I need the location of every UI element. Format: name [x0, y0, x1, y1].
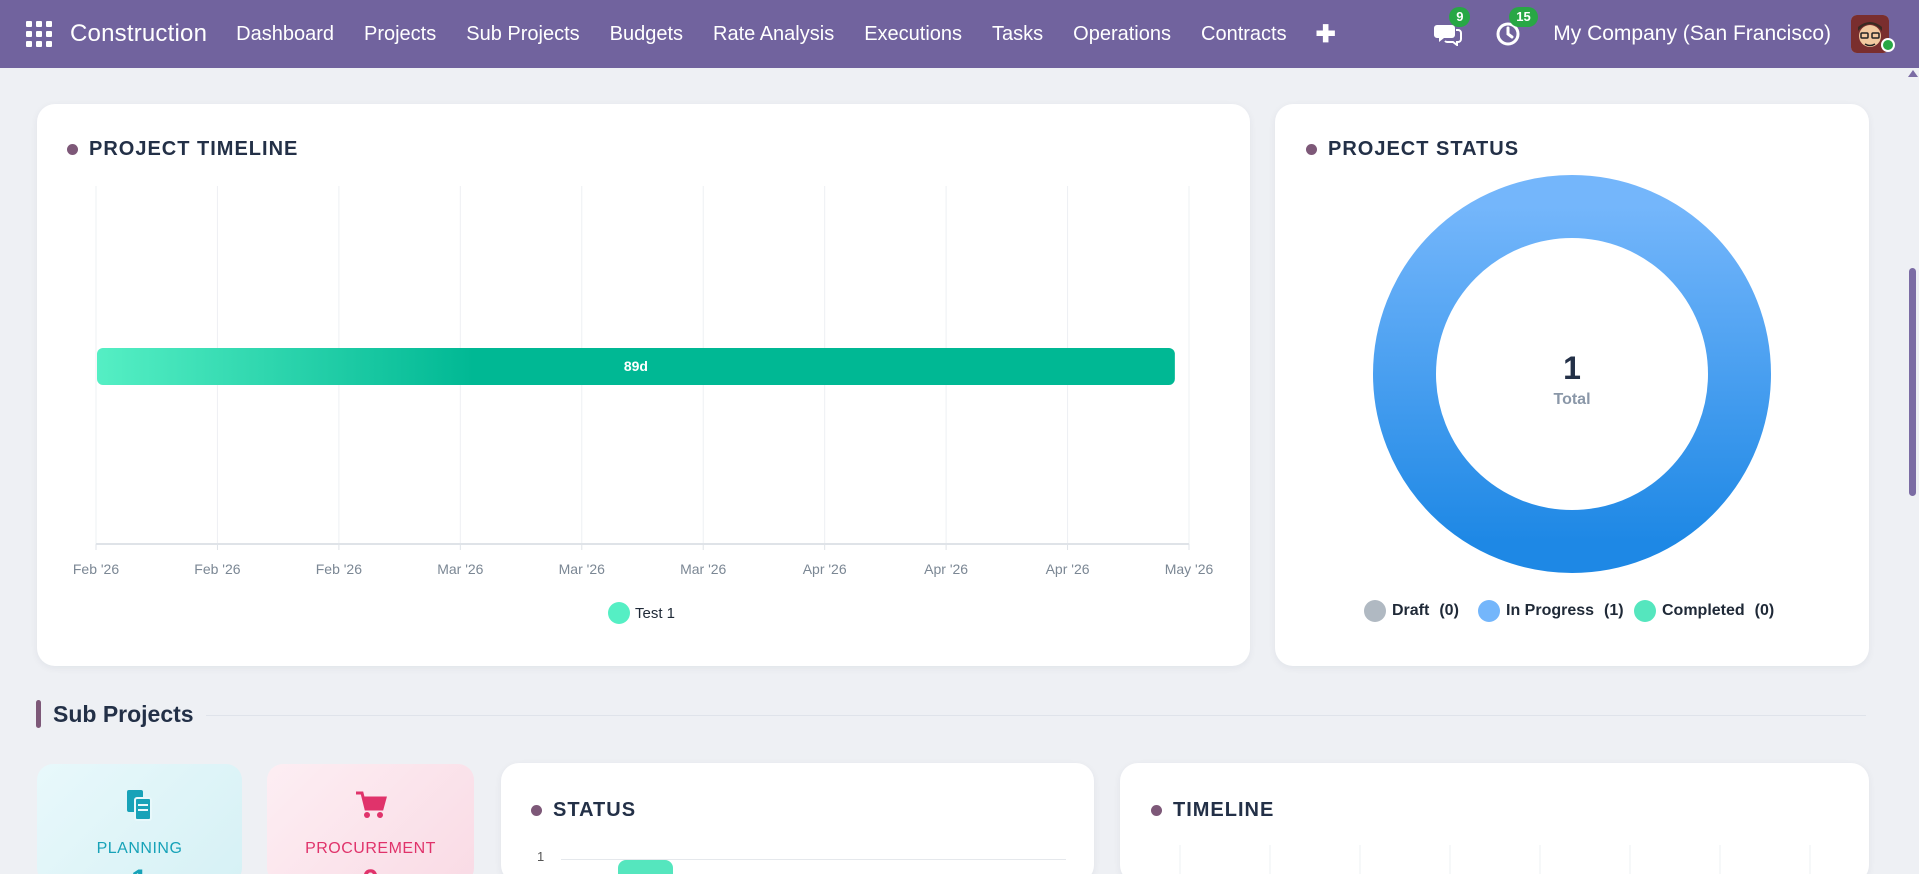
procurement-value: 0	[267, 864, 474, 874]
scroll-up-arrow-icon[interactable]	[1908, 70, 1918, 77]
sub-projects-heading-text: Sub Projects	[53, 700, 194, 727]
top-navbar: Construction Dashboard Projects Sub Proj…	[0, 0, 1919, 68]
sub-projects-heading: Sub Projects	[36, 700, 194, 728]
project-status-title-text: PROJECT STATUS	[1328, 138, 1520, 160]
legend-draft-count: (0)	[1439, 602, 1459, 619]
app-menu-icon[interactable]	[26, 21, 52, 47]
legend-completed-label: Completed	[1662, 602, 1745, 619]
activities-badge: 15	[1509, 7, 1538, 27]
menu-item-rate-analysis[interactable]: Rate Analysis	[698, 23, 849, 46]
app-brand[interactable]: Construction	[70, 20, 207, 48]
menu-item-budgets[interactable]: Budgets	[595, 23, 698, 46]
chat-icon[interactable]: 9	[1433, 7, 1471, 49]
cart-icon	[354, 790, 388, 825]
plus-icon[interactable]: ✚	[1316, 20, 1336, 49]
legend-in-progress-label: In Progress	[1506, 602, 1595, 619]
donut-total-label: Total	[1553, 391, 1591, 408]
activity-clock-icon[interactable]: 15	[1493, 7, 1538, 49]
project-status-title: PROJECT STATUS	[1306, 138, 1519, 161]
menu-item-contracts[interactable]: Contracts	[1186, 23, 1302, 46]
menu-item-operations[interactable]: Operations	[1058, 23, 1186, 46]
legend-completed-swatch	[1634, 600, 1656, 622]
section-divider	[206, 715, 1866, 716]
timeline-bar-label: 89d	[624, 358, 648, 374]
section-accent-bar	[36, 700, 41, 728]
project-timeline-card: PROJECT TIMELINE Feb '26 Feb '26 Feb '26 Ma…	[37, 104, 1250, 666]
messages-badge: 9	[1449, 7, 1471, 27]
title-dot	[531, 805, 542, 816]
timeline-tick-label: Mar '26	[559, 561, 605, 577]
scroll-thumb[interactable]	[1909, 268, 1916, 496]
procurement-card[interactable]: PROCUREMENT 0	[267, 764, 474, 874]
legend-draft[interactable]: Draft (0)	[1364, 600, 1459, 622]
timeline-tick-label: Feb '26	[194, 561, 240, 577]
sub-status-title: STATUS	[531, 799, 636, 822]
timeline-legend-swatch	[608, 602, 630, 624]
project-timeline-chart: Feb '26 Feb '26 Feb '26 Mar '26 Mar '26 Mar '…	[73, 186, 1214, 624]
main-menu: Dashboard Projects Sub Projects Budgets …	[221, 23, 1301, 46]
legend-in-progress[interactable]: In Progress (1)	[1478, 600, 1624, 622]
timeline-tick-label: Mar '26	[437, 561, 483, 577]
timeline-legend-label: Test 1	[635, 605, 675, 622]
sub-status-card: STATUS 1	[501, 763, 1094, 874]
timeline-tick-label: Apr '26	[803, 561, 847, 577]
legend-completed-count: (0)	[1754, 602, 1775, 619]
company-switcher[interactable]: My Company (San Francisco)	[1553, 22, 1831, 46]
timeline-tick-label: May '26	[1165, 561, 1214, 577]
navbar-systray: 9 15 My Company (San Francisco)	[1433, 0, 1919, 68]
timeline-tick-label: Apr '26	[1046, 561, 1090, 577]
donut-total-value: 1	[1563, 350, 1581, 386]
timeline-tick-label: Apr '26	[924, 561, 968, 577]
sub-timeline-card: TIMELINE	[1120, 763, 1869, 874]
planning-card[interactable]: PLANNING 1	[37, 764, 242, 874]
online-status-dot	[1881, 38, 1895, 52]
legend-in-progress-swatch	[1478, 600, 1500, 622]
sub-status-title-text: STATUS	[553, 799, 637, 821]
timeline-tick-label: Feb '26	[73, 561, 119, 577]
procurement-label: PROCUREMENT	[305, 840, 436, 857]
timeline-tick-label: Mar '26	[680, 561, 726, 577]
timeline-tick-label: Feb '26	[316, 561, 362, 577]
legend-draft-label: Draft	[1392, 602, 1430, 619]
menu-item-tasks[interactable]: Tasks	[977, 23, 1058, 46]
project-status-card: PROJECT STATUS 1 Total Draft (0) In Prog…	[1275, 104, 1869, 666]
status-bar	[618, 860, 673, 874]
status-axis-tick: 1	[537, 849, 545, 864]
menu-item-projects[interactable]: Projects	[349, 23, 451, 46]
legend-draft-swatch	[1364, 600, 1386, 622]
menu-item-sub-projects[interactable]: Sub Projects	[451, 23, 594, 46]
legend-in-progress-count: (1)	[1604, 602, 1624, 619]
planning-value: 1	[37, 864, 242, 874]
menu-item-dashboard[interactable]: Dashboard	[221, 23, 349, 46]
planning-label: PLANNING	[96, 840, 183, 857]
menu-item-executions[interactable]: Executions	[849, 23, 977, 46]
title-dot	[1306, 144, 1317, 155]
sub-timeline-grid	[1179, 845, 1811, 874]
page-scrollbar[interactable]	[1905, 68, 1919, 874]
planning-icon	[123, 788, 157, 827]
legend-completed[interactable]: Completed (0)	[1634, 600, 1774, 622]
